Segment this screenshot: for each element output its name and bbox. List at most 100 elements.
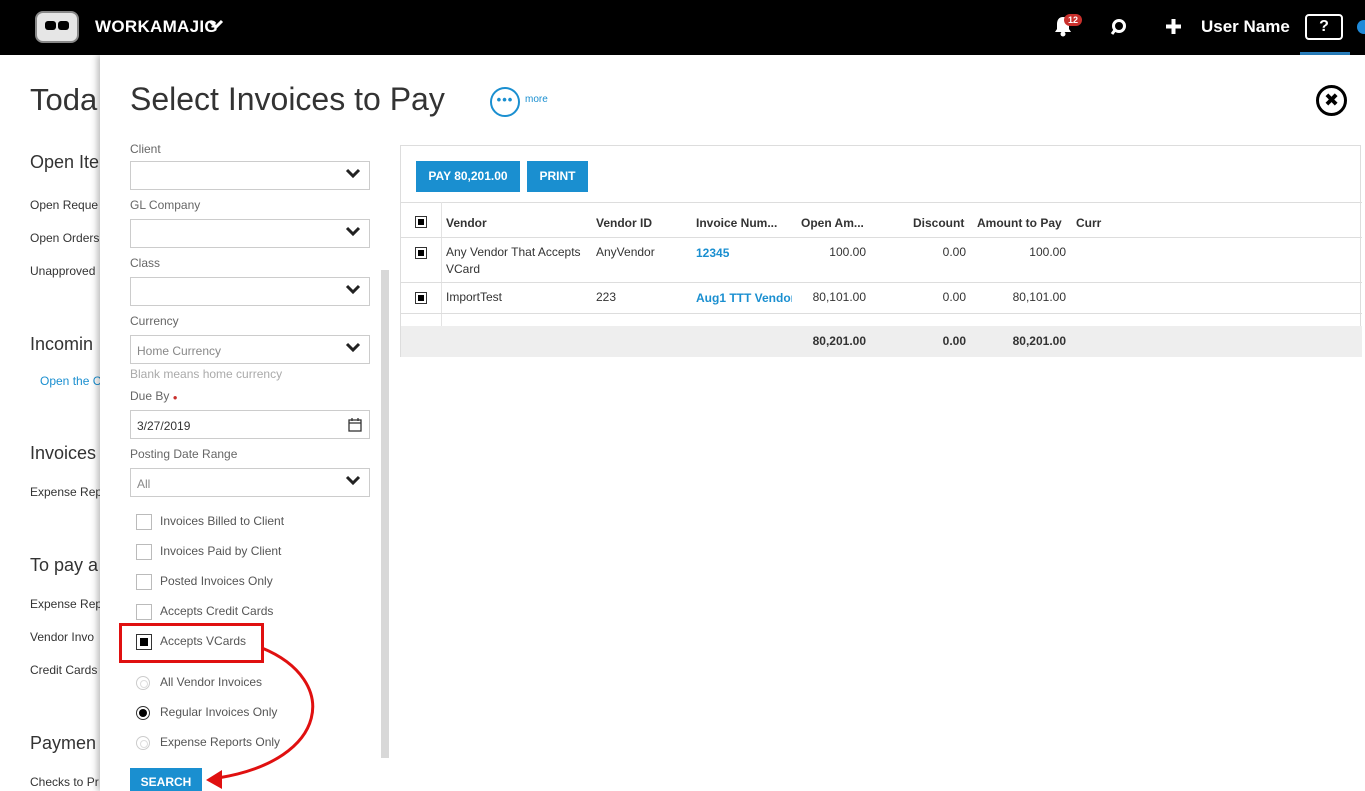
radio-all-vendor-invoices[interactable]: All Vendor Invoices bbox=[136, 675, 262, 690]
search-icon[interactable] bbox=[1110, 18, 1128, 41]
checkbox-label: Posted Invoices Only bbox=[160, 574, 273, 589]
checkbox-label: Accepts Credit Cards bbox=[160, 604, 274, 619]
column-header-vendor-id[interactable]: Vendor ID bbox=[596, 216, 652, 230]
amount-to-pay-cell[interactable]: 80,101.00 bbox=[986, 290, 1066, 304]
background-page: Toda Open Ite Open Reque Open Orders Una… bbox=[0, 55, 110, 791]
vendor-cell: ImportTest bbox=[446, 290, 503, 304]
app-logo[interactable] bbox=[35, 11, 79, 43]
client-select[interactable] bbox=[130, 161, 370, 190]
notification-badge: 12 bbox=[1064, 14, 1083, 26]
chevron-down-icon bbox=[345, 342, 361, 357]
gl-company-label: GL Company bbox=[130, 198, 201, 212]
plus-icon[interactable] bbox=[1165, 18, 1182, 40]
chevron-down-icon bbox=[345, 475, 361, 490]
radio-expense-reports-only[interactable]: Expense Reports Only bbox=[136, 735, 280, 750]
currency-hint: Blank means home currency bbox=[130, 367, 283, 381]
help-button[interactable]: ? bbox=[1305, 14, 1343, 40]
chevron-down-icon bbox=[345, 168, 361, 183]
discount-cell: 0.00 bbox=[942, 290, 966, 304]
totals-row: 80,201.00 0.00 80,201.00 bbox=[401, 326, 1362, 357]
list-item[interactable]: Unapproved bbox=[30, 264, 95, 278]
due-by-date-input[interactable]: 3/27/2019 bbox=[130, 410, 370, 439]
open-amount-cell: 80,101.00 bbox=[812, 290, 866, 304]
select-all-checkbox[interactable] bbox=[415, 216, 427, 228]
list-item[interactable]: Checks to Pr bbox=[30, 775, 99, 789]
print-button[interactable]: PRINT bbox=[527, 161, 588, 192]
invoice-link[interactable]: Aug1 TTT Vendor bbox=[696, 291, 792, 305]
checkbox-invoices-billed-to-client[interactable]: Invoices Billed to Client bbox=[136, 514, 284, 530]
row-checkbox[interactable] bbox=[415, 247, 427, 259]
checkbox-accepts-credit-cards[interactable]: Accepts Credit Cards bbox=[136, 604, 273, 620]
discount-cell: 0.00 bbox=[942, 245, 966, 259]
user-name[interactable]: User Name bbox=[1201, 17, 1290, 37]
posting-date-select[interactable]: All bbox=[130, 468, 370, 497]
section-heading: To pay a bbox=[30, 555, 99, 575]
total-open-amount: 80,201.00 bbox=[812, 334, 866, 348]
column-header-currency[interactable]: Curr bbox=[1076, 216, 1101, 230]
checkbox-posted-invoices-only[interactable]: Posted Invoices Only bbox=[136, 574, 273, 590]
currency-value: Home Currency bbox=[137, 344, 222, 358]
total-discount: 0.00 bbox=[942, 334, 966, 348]
section-heading: Incomin bbox=[30, 334, 94, 354]
list-item[interactable]: Expense Rep bbox=[30, 485, 102, 499]
radio-label: All Vendor Invoices bbox=[160, 675, 263, 689]
list-item[interactable]: Vendor Invo bbox=[30, 630, 94, 644]
pay-button[interactable]: PAY 80,201.00 bbox=[416, 161, 520, 192]
row-divider bbox=[401, 282, 1362, 283]
list-item[interactable]: Open the C bbox=[40, 374, 101, 388]
more-icon[interactable]: ••• bbox=[490, 87, 520, 117]
list-item[interactable]: Open Reque bbox=[30, 198, 98, 212]
modal-title: Select Invoices to Pay bbox=[130, 81, 445, 117]
checkbox-label: Invoices Billed to Client bbox=[160, 514, 285, 529]
more-link[interactable]: more bbox=[525, 94, 548, 105]
radio-button[interactable] bbox=[136, 675, 150, 690]
client-label: Client bbox=[130, 142, 161, 156]
checkbox[interactable] bbox=[136, 514, 152, 530]
radio-button-selected[interactable] bbox=[136, 705, 150, 720]
top-bar: WORKAMAJIG 12 User Name ? bbox=[0, 0, 1365, 55]
avatar[interactable] bbox=[1357, 20, 1365, 34]
checkbox[interactable] bbox=[136, 544, 152, 560]
row-divider bbox=[401, 313, 1362, 314]
section-heading: Open Ite bbox=[30, 152, 100, 172]
annotation-highlight-box bbox=[119, 623, 264, 663]
column-header-vendor[interactable]: Vendor bbox=[446, 216, 487, 230]
column-header-discount[interactable]: Discount bbox=[913, 216, 964, 230]
vendor-id-cell: AnyVendor bbox=[596, 245, 655, 259]
column-header-amount-to-pay[interactable]: Amount to Pay bbox=[977, 216, 1062, 230]
radio-label: Expense Reports Only bbox=[160, 735, 281, 749]
table-border bbox=[401, 202, 1362, 203]
posting-date-value: All bbox=[137, 477, 151, 491]
currency-select[interactable]: Home Currency bbox=[130, 335, 370, 364]
checkbox[interactable] bbox=[136, 604, 152, 620]
list-item[interactable]: Open Orders bbox=[30, 231, 99, 245]
class-label: Class bbox=[130, 256, 161, 270]
list-item[interactable]: Expense Rep bbox=[30, 597, 102, 611]
currency-label: Currency bbox=[130, 314, 179, 328]
app-name[interactable]: WORKAMAJIG bbox=[95, 17, 218, 37]
checkbox[interactable] bbox=[136, 574, 152, 590]
list-item[interactable]: Credit Cards bbox=[30, 663, 97, 677]
checkbox-invoices-paid-by-client[interactable]: Invoices Paid by Client bbox=[136, 544, 281, 560]
row-checkbox[interactable] bbox=[415, 292, 427, 304]
radio-button[interactable] bbox=[136, 735, 150, 750]
column-header-open-amount[interactable]: Open Am... bbox=[801, 216, 864, 230]
invoice-link[interactable]: 12345 bbox=[696, 246, 729, 260]
column-header-invoice-number[interactable]: Invoice Num... bbox=[696, 216, 777, 230]
gl-company-select[interactable] bbox=[130, 219, 370, 248]
filter-scrollbar[interactable] bbox=[381, 270, 389, 758]
logo-eye-right bbox=[58, 21, 69, 30]
class-select[interactable] bbox=[130, 277, 370, 306]
logo-eye-left bbox=[45, 21, 56, 30]
amount-to-pay-cell[interactable]: 100.00 bbox=[986, 245, 1066, 259]
checkbox-label: Invoices Paid by Client bbox=[160, 544, 282, 559]
due-by-value: 3/27/2019 bbox=[137, 419, 191, 433]
search-button[interactable]: SEARCH bbox=[130, 768, 202, 791]
chevron-down-icon[interactable] bbox=[208, 18, 224, 36]
radio-regular-invoices-only[interactable]: Regular Invoices Only bbox=[136, 705, 277, 720]
row-divider bbox=[401, 237, 1362, 238]
close-icon[interactable]: ✖ bbox=[1316, 85, 1347, 116]
required-indicator: ● bbox=[172, 393, 178, 402]
vendor-cell-line2: VCard bbox=[446, 262, 481, 276]
calendar-icon[interactable] bbox=[348, 418, 362, 435]
